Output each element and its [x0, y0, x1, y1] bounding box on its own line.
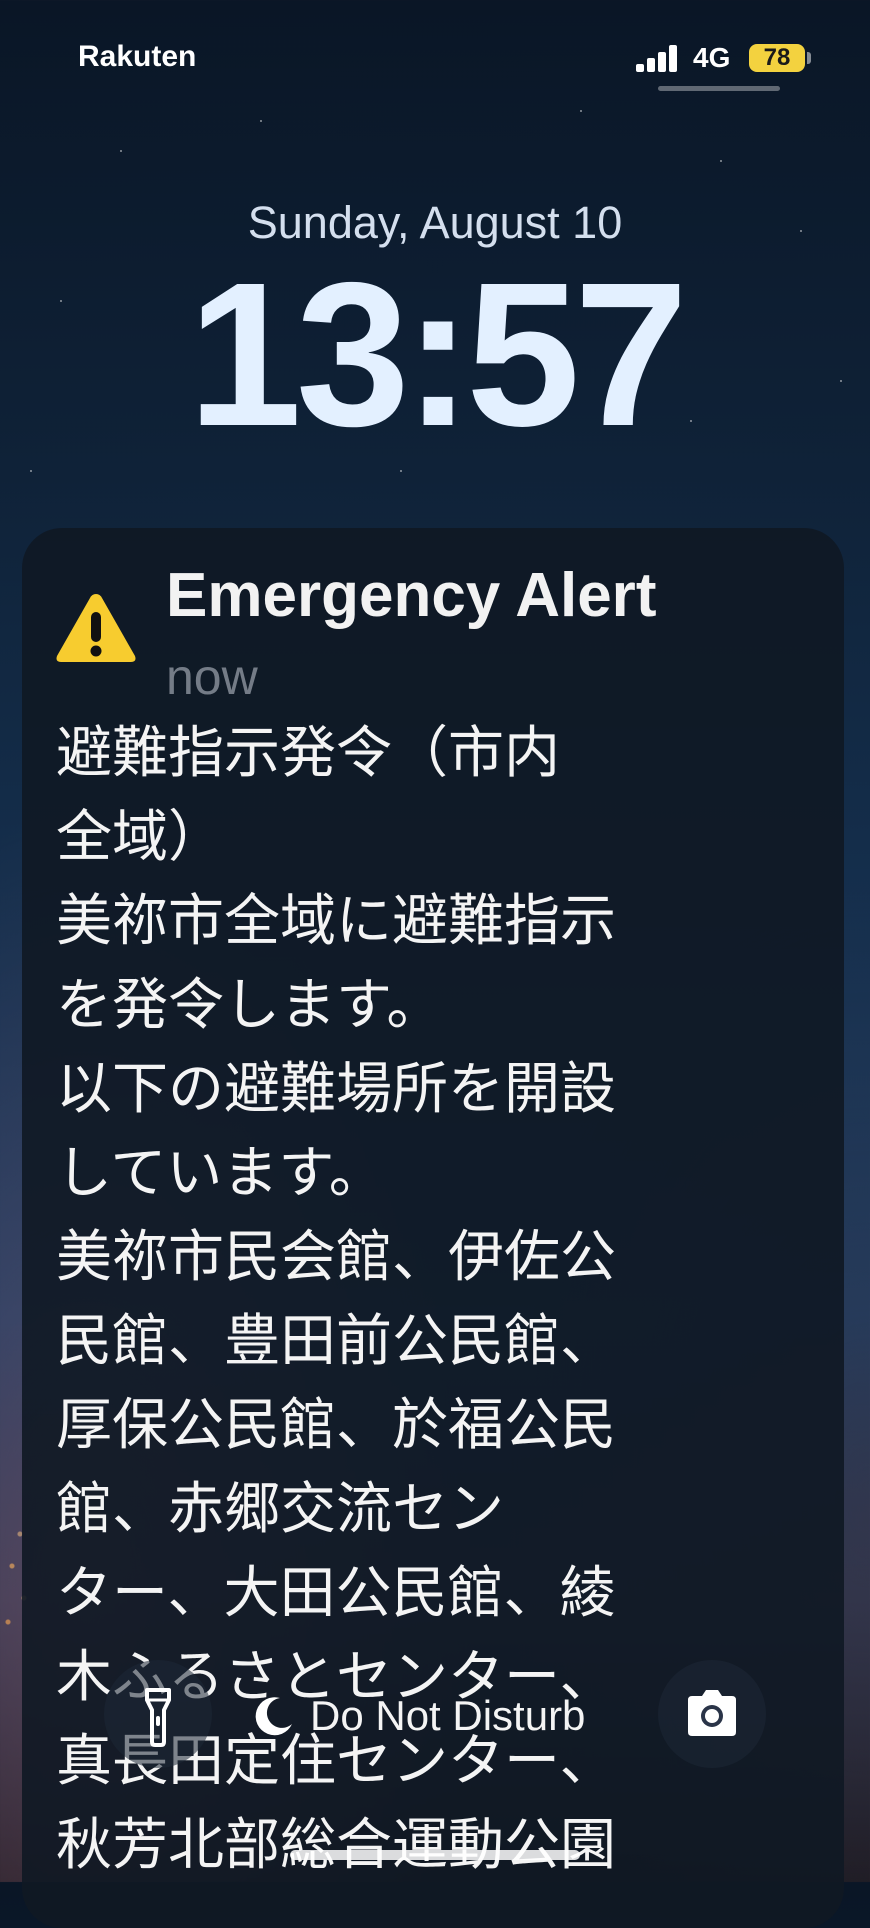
- flashlight-icon: [145, 1688, 171, 1747]
- alert-timestamp: now: [166, 649, 258, 705]
- do-not-disturb-label: Do Not Disturb: [310, 1692, 586, 1739]
- alert-body-line: 民館、豊田前公民館、: [56, 1309, 616, 1374]
- alert-body-line: ター、大田公民館、綾: [56, 1561, 616, 1626]
- alert-title: Emergency Alert: [166, 561, 657, 630]
- battery-tip: [807, 52, 811, 64]
- lock-time: 13:57: [187, 240, 688, 469]
- alert-body-line: 美祢市民会館、伊佐公: [56, 1225, 616, 1290]
- camera-button[interactable]: [658, 1660, 766, 1768]
- warning-triangle-icon: [56, 594, 136, 662]
- alert-body-line: 秋芳北部総合運動公園: [56, 1813, 616, 1878]
- alert-body-line: 全域）: [56, 805, 224, 870]
- status-bar: Rakuten 4G 78: [0, 0, 870, 110]
- home-indicator[interactable]: [290, 1850, 580, 1860]
- camera-icon: [688, 1690, 736, 1736]
- alert-body-line: 館、赤郷交流セン: [56, 1477, 504, 1542]
- do-not-disturb-focus[interactable]: Do Not Disturb: [252, 1688, 585, 1744]
- signal-strength-icon: [636, 44, 680, 72]
- moon-icon: [255, 1697, 292, 1736]
- carrier-name: Rakuten: [78, 40, 197, 73]
- battery-indicator: 78: [749, 44, 805, 72]
- network-type: 4G: [693, 42, 731, 73]
- alert-body-line: 厚保公民館、於福公民: [56, 1393, 616, 1458]
- control-center-indicator[interactable]: [658, 86, 780, 91]
- alert-body-line: しています。: [56, 1141, 385, 1206]
- flashlight-button[interactable]: [104, 1660, 212, 1768]
- alert-body-line: 美祢市全域に避難指示: [56, 889, 616, 954]
- alert-body-line: 避難指示発令（市内: [56, 721, 560, 786]
- alert-body-line: を発令します。: [56, 973, 443, 1038]
- alert-body-line: 以下の避難場所を開設: [56, 1057, 616, 1122]
